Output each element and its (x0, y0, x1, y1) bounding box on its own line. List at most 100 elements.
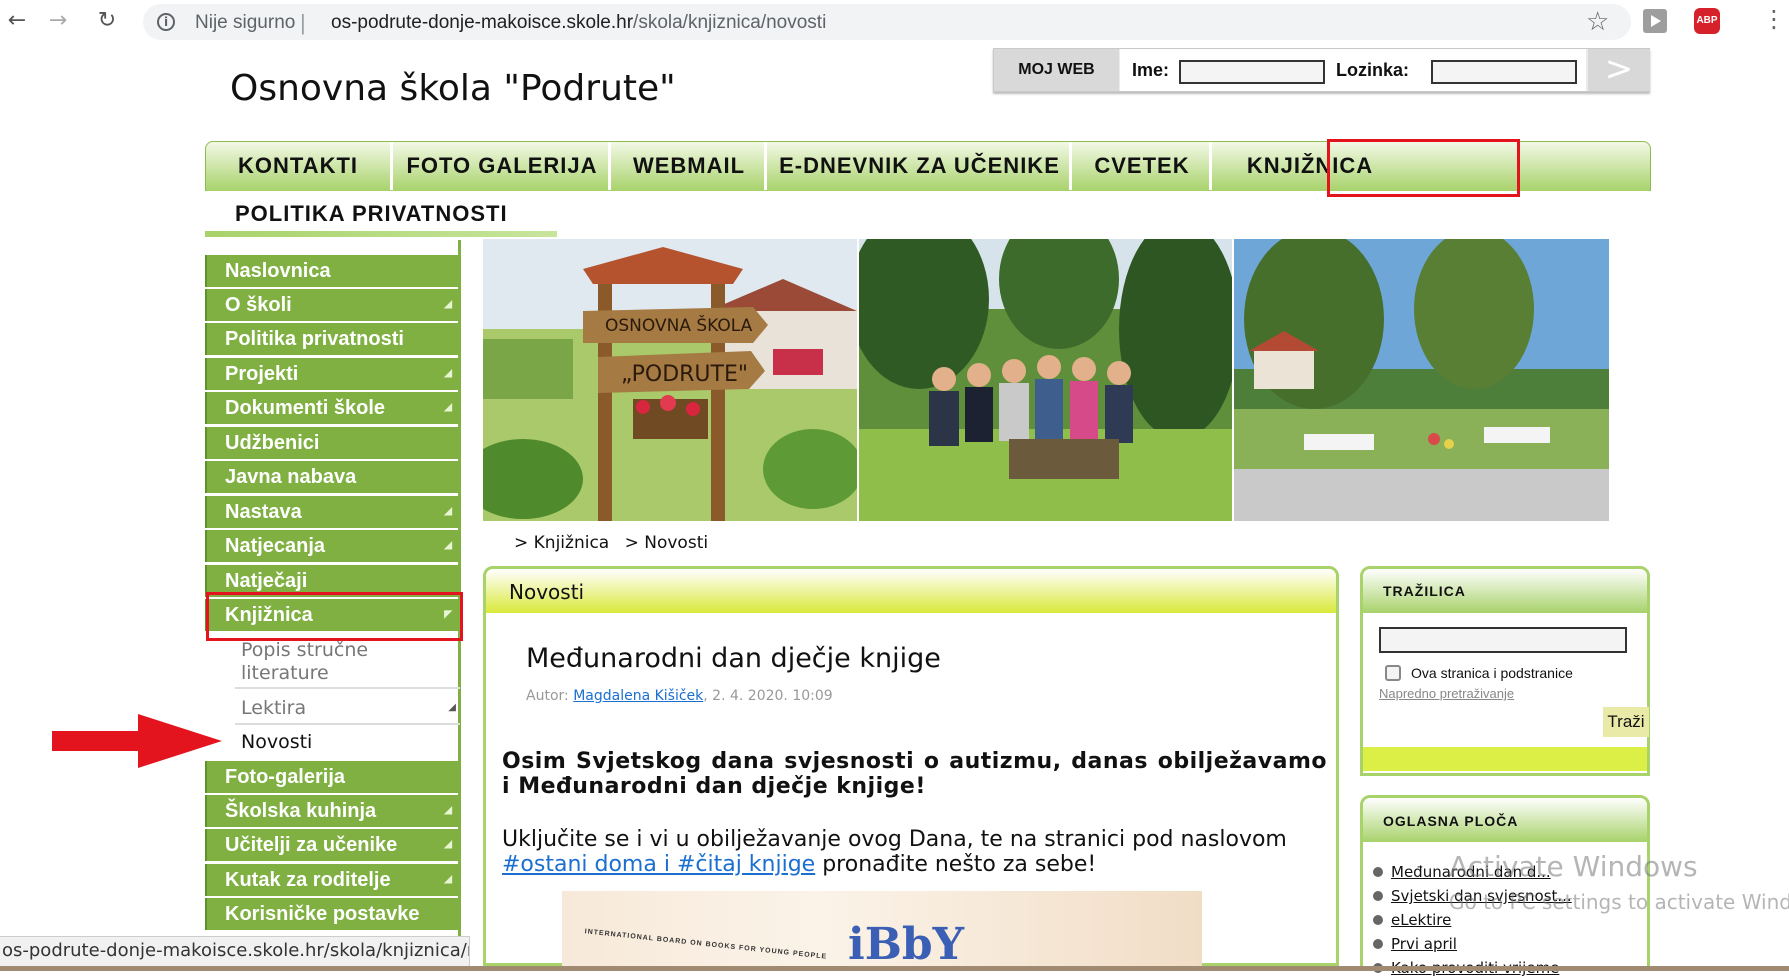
login-bar: MOJ WEB Ime: Lozinka: > (993, 48, 1650, 92)
expand-arrow-icon: ◢ (444, 805, 452, 816)
sign-text-line2: „PODRUTE" (621, 362, 748, 387)
sidebar-item-ucitelji-za-ucenike[interactable]: Učitelji za učenike ◢ (205, 829, 458, 861)
students-photo-illustration (859, 239, 1232, 521)
sidebar-subitem-label: Lektira (241, 697, 307, 719)
expand-arrow-icon: ◢ (444, 506, 452, 517)
sidebar-item-natjecanja[interactable]: Natjecanja ◢ (205, 530, 458, 562)
expand-arrow-icon: ◢ (444, 402, 452, 413)
paragraph-text: Uključite se i vi u obilježavanje ovog D… (502, 827, 1287, 852)
article-lead: Osim Svjetskog dana svjesnosti o autizmu… (502, 749, 1327, 799)
sidebar-item-label: Projekti (225, 363, 299, 385)
sidebar-item-label: Udžbenici (225, 432, 320, 454)
sidebar-item-javna-nabava[interactable]: Javna nabava (205, 461, 458, 493)
scope-checkbox[interactable] (1385, 665, 1401, 681)
extension-play-icon[interactable] (1643, 9, 1667, 33)
topnav-foto-galerija[interactable]: FOTO GALERIJA (396, 142, 611, 190)
address-bar[interactable]: i Nije sigurno | os-podrute-donje-makois… (143, 4, 1631, 40)
sidebar-item-label: Naslovnica (225, 260, 331, 282)
url-text[interactable]: os-podrute-donje-makoisce.skole.hr/skola… (331, 12, 826, 34)
moj-web-label[interactable]: MOJ WEB (994, 49, 1119, 91)
forward-arrow-icon[interactable]: → (45, 8, 71, 34)
sidebar-item-udzbenici[interactable]: Udžbenici (205, 427, 458, 459)
username-input[interactable] (1179, 60, 1325, 84)
red-arrow-icon (52, 714, 222, 768)
search-button[interactable]: Traži (1603, 707, 1649, 737)
content-panel: Novosti Međunarodni dan dječje knjige Au… (483, 566, 1339, 971)
sidebar-item-label: Natjecanja (225, 535, 326, 557)
sidebar-item-label: Dokumenti škole (225, 397, 386, 419)
breadcrumb-novosti[interactable]: > Novosti (625, 533, 708, 553)
school-sign-illustration: OSNOVNA ŠKOLA „PODRUTE" (483, 239, 857, 521)
article-meta: Autor: Magdalena Kišiček, 2. 4. 2020. 10… (526, 688, 833, 704)
sidebar-item-label: Javna nabava (225, 466, 357, 488)
sidebar: Naslovnica O školi ◢ Politika privatnosti… (205, 240, 461, 940)
sidebar-subitem-novosti[interactable]: Novosti (235, 727, 460, 759)
sidebar-item-naslovnica[interactable]: Naslovnica (205, 255, 458, 287)
topnav-cvetek[interactable]: CVETEK (1075, 142, 1212, 190)
topnav-webmail[interactable]: WEBMAIL (614, 142, 767, 190)
not-secure-label[interactable]: Nije sigurno (195, 12, 295, 34)
sidebar-subitem-lektira[interactable]: Lektira ◢ (235, 693, 460, 725)
sidebar-item-o-skoli[interactable]: O školi ◢ (205, 289, 458, 321)
url-separator: | (300, 10, 306, 35)
status-bar-url: os-podrute-donje-makoisce.skole.hr/skola… (0, 936, 470, 966)
breadcrumb-knjiznica[interactable]: > Knjižnica (514, 533, 609, 553)
sidebar-item-dokumenti-skole[interactable]: Dokumenti škole ◢ (205, 392, 458, 424)
info-icon[interactable]: i (157, 13, 175, 31)
expand-arrow-icon: ◢ (444, 874, 452, 885)
back-arrow-icon[interactable]: ← (4, 8, 30, 34)
reload-icon[interactable]: ↻ (94, 8, 120, 34)
expand-arrow-icon: ◢ (444, 839, 452, 850)
announcements-title: OGLASNA PLOČA (1383, 813, 1519, 829)
sidebar-item-label: Nastava (225, 501, 302, 523)
announcements-header: OGLASNA PLOČA (1363, 798, 1647, 842)
advanced-search-link[interactable]: Napredno pretraživanje (1379, 686, 1514, 701)
expand-arrow-icon: ◢ (444, 299, 452, 310)
sidebar-item-politika-privatnosti[interactable]: Politika privatnosti (205, 323, 458, 355)
site-title[interactable]: Osnovna škola "Podrute" (230, 68, 676, 109)
banner-photo-park (1234, 239, 1609, 521)
sidebar-item-label: Politika privatnosti (225, 328, 404, 350)
scope-checkbox-label[interactable]: Ova stranica i podstranice (1411, 665, 1573, 681)
topnav-e-dnevnik[interactable]: E-DNEVNIK ZA UČENIKE (770, 142, 1072, 190)
sidebar-item-nastava[interactable]: Nastava ◢ (205, 496, 458, 528)
password-input[interactable] (1431, 60, 1577, 84)
sidebar-item-label: Kutak za roditelje (225, 869, 391, 891)
banner-photo-students (859, 239, 1232, 521)
taskbar-edge (0, 966, 1789, 971)
topnav-politika-privatnosti[interactable]: POLITIKA PRIVATNOSTI (235, 201, 508, 227)
park-photo-illustration (1234, 239, 1609, 521)
sidebar-item-korisnicke-postavke[interactable]: Korisničke postavke (205, 898, 458, 930)
ibby-logo: iBbY (848, 919, 965, 970)
sidebar-item-foto-galerija[interactable]: Foto-galerija (205, 761, 458, 793)
adblock-plus-icon[interactable]: ABP (1694, 8, 1720, 34)
topnav-kontakti[interactable]: KONTAKTI (206, 142, 393, 190)
sidebar-item-kutak-za-roditelje[interactable]: Kutak za roditelje ◢ (205, 864, 458, 896)
search-box-title: TRAŽILICA (1383, 583, 1466, 599)
section-title: Novosti (509, 580, 585, 604)
sidebar-item-skolska-kuhinja[interactable]: Školska kuhinja ◢ (205, 795, 458, 827)
author-link[interactable]: Magdalena Kišiček (573, 688, 703, 704)
ostani-doma-link[interactable]: #ostani doma i #čitaj knjige (502, 852, 815, 877)
activation-watermark-title: Activate Windows (1449, 850, 1698, 883)
sidebar-item-label: Korisničke postavke (225, 903, 420, 925)
sidebar-subitem-popis-strucne-literature[interactable]: Popis stručne literature (235, 639, 460, 689)
announcements-box: OGLASNA PLOČA Međunarodni dan d... Svjet… (1360, 795, 1650, 977)
bookmark-star-icon[interactable]: ☆ (1586, 7, 1609, 37)
announcement-label: Prvi april (1391, 935, 1457, 953)
announcement-item[interactable]: eLektire (1373, 911, 1452, 929)
sidebar-item-label: O školi (225, 294, 292, 316)
breadcrumb: > Knjižnica > Novosti (514, 533, 708, 553)
sidebar-item-label: Školska kuhinja (225, 800, 377, 822)
search-box-header: TRAŽILICA (1363, 569, 1647, 613)
browser-menu-icon[interactable]: ⋮ (1762, 5, 1786, 33)
announcement-item[interactable]: Prvi april (1373, 935, 1457, 953)
search-box-footer (1363, 747, 1647, 771)
sidebar-item-projekti[interactable]: Projekti ◢ (205, 358, 458, 390)
search-input[interactable] (1379, 627, 1627, 653)
login-submit-button[interactable]: > (1588, 49, 1650, 91)
article-title[interactable]: Međunarodni dan dječje knjige (526, 643, 941, 674)
url-host: os-podrute-donje-makoisce.skole.hr (331, 12, 634, 33)
announcement-label: eLektire (1391, 911, 1452, 929)
bullet-icon (1373, 867, 1383, 877)
